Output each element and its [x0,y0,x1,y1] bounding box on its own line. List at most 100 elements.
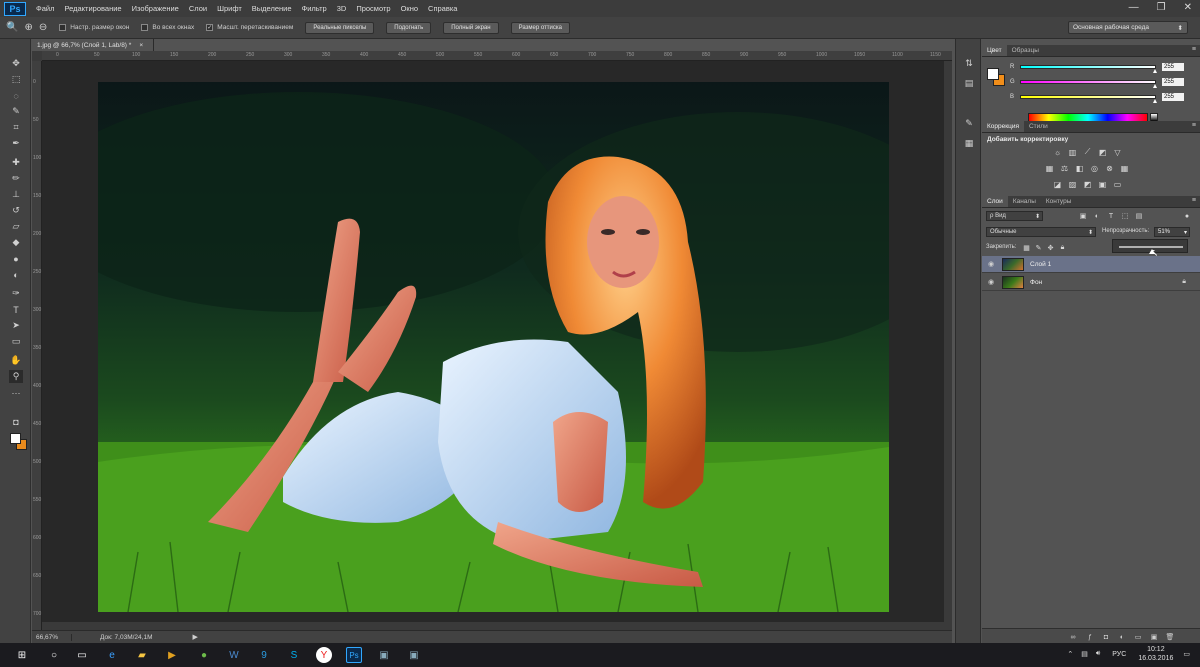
app-icon[interactable]: ● [196,647,212,663]
levels-icon[interactable]: ▥ [1067,147,1078,157]
horizontal-scrollbar[interactable] [42,622,944,630]
selective-color-icon[interactable]: ▣ [1097,179,1108,189]
all-windows-option[interactable]: Во всех окнах [141,24,194,31]
brush-tool-icon[interactable]: ✏ [9,172,23,185]
tab-layers[interactable]: Слои [982,196,1008,207]
vertical-scrollbar[interactable] [944,61,952,630]
foreground-color-swatch[interactable] [987,68,999,80]
tab-swatches[interactable]: Образцы [1007,45,1044,56]
task-view-icon[interactable]: ▭ [74,647,90,663]
word-icon[interactable]: W [226,647,242,663]
quick-select-tool-icon[interactable]: ✎ [9,105,23,118]
restore-button[interactable]: ❐ [1157,2,1166,13]
app-icon[interactable]: ▣ [406,647,422,663]
blend-mode-select[interactable]: Обычные ⬍ [986,227,1096,237]
lock-all-icon[interactable]: 🔒︎ [1058,243,1067,252]
tab-styles[interactable]: Стили [1024,121,1053,132]
exposure-icon[interactable]: ◩ [1097,147,1108,157]
minimize-button[interactable]: — [1129,2,1139,13]
new-group-icon[interactable]: ▭ [1133,632,1143,642]
tab-channels[interactable]: Каналы [1008,196,1041,207]
brightness-icon[interactable]: ☼ [1052,147,1063,157]
canvas-image[interactable] [98,82,889,612]
type-filter-icon[interactable]: T [1106,211,1116,221]
posterize-icon[interactable]: ▨ [1067,179,1078,189]
quick-mask-icon[interactable]: ◘ [9,415,23,428]
brushes-icon[interactable]: ▦ [963,137,975,149]
notifications-icon[interactable]: ▭ [1183,650,1190,658]
layer-style-icon[interactable]: ƒ [1085,632,1095,642]
link-layers-icon[interactable]: ∞ [1068,632,1078,642]
full-screen-button[interactable]: Полный экран [443,21,499,34]
zoom-tool-icon[interactable]: ⚲ [9,370,23,383]
slider-thumb[interactable] [1153,69,1157,73]
channel-slider[interactable] [1020,80,1157,88]
lock-transparent-icon[interactable]: ▦ [1022,243,1031,252]
photoshop-taskbar-icon[interactable]: Ps [346,647,362,663]
layer-row[interactable]: ◉ Фон 🔒︎ [982,274,1200,291]
menu-item[interactable]: Изображение [132,4,179,13]
history-icon[interactable]: ⇅ [963,57,975,69]
marquee-tool-icon[interactable]: ⬚ [9,73,23,86]
vibrance-icon[interactable]: ▽ [1112,147,1123,157]
more-tools-icon[interactable]: ··· [9,386,23,399]
scrubby-zoom-checkbox[interactable]: ✓ [206,24,214,31]
network-icon[interactable]: ▤ [1081,650,1088,658]
clock[interactable]: 10:12 16.03.2016 [1138,645,1173,663]
all-windows-checkbox[interactable] [141,24,149,31]
blur-tool-icon[interactable]: ● [9,252,23,265]
gradient-map-icon[interactable]: ▭ [1112,179,1123,189]
zoom-tool-icon[interactable]: 🔍 [6,22,18,33]
color-balance-icon[interactable]: ⚖ [1059,163,1070,173]
lock-position-icon[interactable]: ✥ [1046,243,1055,252]
delete-layer-icon[interactable]: 🗑︎ [1165,632,1175,642]
lock-image-icon[interactable]: ✎ [1034,243,1043,252]
status-menu-arrow-icon[interactable]: ▶ [192,633,197,641]
eyedropper-tool-icon[interactable]: ✒ [9,137,23,150]
scrubby-zoom-option[interactable]: ✓ Масшт. перетаскиванием [206,24,293,31]
search-icon[interactable]: ○ [46,647,62,663]
panel-menu-icon[interactable]: ≡ [1192,46,1196,53]
menu-item[interactable]: Редактирование [64,4,121,13]
filter-toggle-icon[interactable]: ● [1182,211,1192,221]
properties-icon[interactable]: ▤ [963,77,975,89]
menu-item[interactable]: Шрифт [217,4,242,13]
visibility-eye-icon[interactable]: ◉ [982,260,1000,268]
menu-item[interactable]: 3D [337,4,347,13]
invert-icon[interactable]: ◪ [1052,179,1063,189]
adjustment-filter-icon[interactable]: ◐ [1092,211,1102,221]
smart-object-filter-icon[interactable]: ▤ [1134,211,1144,221]
layer-row[interactable]: ◉ Слой 1 [982,256,1200,273]
photo-filter-icon[interactable]: ◎ [1089,163,1100,173]
channel-slider[interactable] [1020,65,1157,73]
close-button[interactable]: ✕ [1184,2,1192,13]
lasso-tool-icon[interactable]: ◌ [9,89,23,102]
pixel-filter-icon[interactable]: ▣ [1078,211,1088,221]
paint-bucket-tool-icon[interactable]: ◆ [9,236,23,249]
app-icon[interactable]: 9 [256,647,272,663]
clone-stamp-tool-icon[interactable]: ⊥ [9,188,23,201]
zoom-out-icon[interactable]: ⊖ [39,22,47,33]
edge-icon[interactable]: e [104,647,120,663]
pen-tool-icon[interactable]: ✑ [9,287,23,300]
tab-paths[interactable]: Контуры [1041,196,1077,207]
path-select-tool-icon[interactable]: ➤ [9,319,23,332]
curves-icon[interactable]: ⟋ [1082,147,1093,157]
channel-mixer-icon[interactable]: ⊗ [1104,163,1115,173]
panel-menu-icon[interactable]: ≡ [1192,197,1196,204]
document-tab[interactable]: 1.jpg @ 66,7% (Слой 1, Lab/8) * × [32,39,154,51]
dodge-tool-icon[interactable]: ◐ [9,268,23,281]
panel-menu-icon[interactable]: ≡ [1192,122,1196,129]
menu-item[interactable]: Фильтр [302,4,327,13]
zoom-level[interactable]: 66,67% [32,633,72,641]
start-icon[interactable]: ⊞ [14,647,30,663]
tab-color[interactable]: Цвет [982,45,1007,56]
slider-thumb[interactable] [1153,99,1157,103]
menu-item[interactable]: Слои [189,4,207,13]
workspace-select[interactable]: Основная рабочая среда ⬍ [1068,21,1188,34]
hue-saturation-icon[interactable]: ▦ [1044,163,1055,173]
tray-expand-icon[interactable]: ⌃ [1067,650,1073,658]
shape-filter-icon[interactable]: ⬚ [1120,211,1130,221]
menu-item[interactable]: Файл [36,4,54,13]
foreground-color-swatch[interactable] [10,433,21,444]
